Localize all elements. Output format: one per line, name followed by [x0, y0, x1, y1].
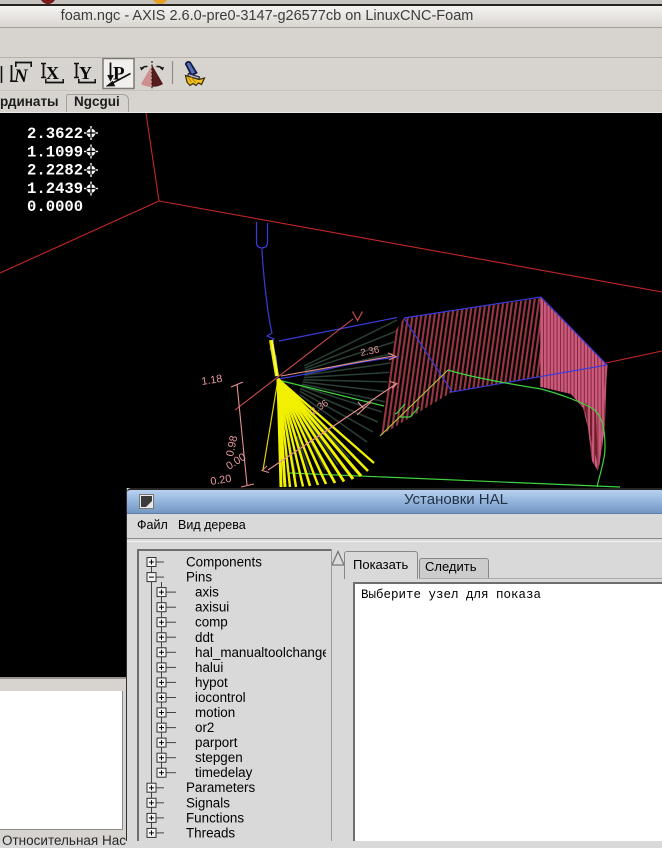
svg-text:2.3622: 2.3622 — [27, 125, 83, 143]
svg-text:N: N — [13, 66, 29, 87]
svg-text:Parameters: Parameters — [186, 780, 256, 795]
svg-text:parport: parport — [195, 735, 238, 750]
svg-text:1.1099: 1.1099 — [27, 144, 83, 162]
svg-text:1.18: 1.18 — [201, 373, 224, 388]
svg-text:hypot: hypot — [195, 675, 228, 690]
svg-text:axis: axis — [195, 585, 219, 600]
svg-text:comp: comp — [195, 615, 228, 630]
svg-text:P: P — [113, 64, 125, 85]
svg-text:Pins: Pins — [186, 570, 212, 585]
svg-text:0.0000: 0.0000 — [27, 198, 83, 216]
svg-text:hal_manualtoolchange: hal_manualtoolchange — [195, 645, 326, 660]
svg-text:X: X — [46, 63, 59, 83]
svg-text:Functions: Functions — [186, 810, 244, 825]
svg-text:1.2439: 1.2439 — [27, 180, 83, 198]
svg-text:Threads: Threads — [186, 825, 235, 840]
svg-text:stepgen: stepgen — [195, 750, 243, 765]
svg-text:Y: Y — [79, 63, 92, 83]
svg-text:ddt: ddt — [195, 630, 214, 645]
svg-text:halui: halui — [195, 660, 223, 675]
svg-text:Components: Components — [186, 555, 262, 570]
svg-text:motion: motion — [195, 705, 235, 720]
svg-text:2.2282: 2.2282 — [27, 162, 83, 180]
svg-text:Signals: Signals — [186, 795, 230, 810]
svg-text:0.20: 0.20 — [210, 473, 233, 488]
svg-text:axisui: axisui — [195, 600, 229, 615]
svg-text:iocontrol: iocontrol — [195, 690, 246, 705]
svg-text:timedelay: timedelay — [195, 765, 253, 780]
svg-text:or2: or2 — [195, 720, 214, 735]
